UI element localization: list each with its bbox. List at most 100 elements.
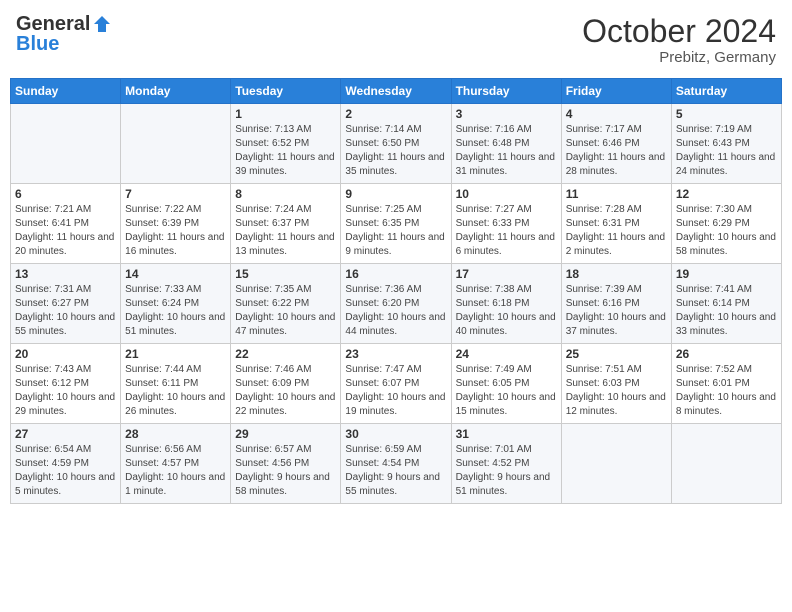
day-detail: Sunrise: 7:14 AM Sunset: 6:50 PM Dayligh… (345, 123, 446, 179)
day-number: 4 (566, 107, 667, 121)
day-detail: Sunrise: 7:52 AM Sunset: 6:01 PM Dayligh… (676, 363, 777, 419)
weekday-header-tuesday: Tuesday (231, 79, 341, 104)
calendar-cell (11, 104, 121, 184)
day-number: 20 (15, 347, 116, 361)
weekday-header-sunday: Sunday (11, 79, 121, 104)
day-detail: Sunrise: 7:46 AM Sunset: 6:09 PM Dayligh… (235, 363, 336, 419)
day-number: 13 (15, 267, 116, 281)
calendar-cell: 14 Sunrise: 7:33 AM Sunset: 6:24 PM Dayli… (121, 264, 231, 344)
title-block: October 2024 Prebitz, Germany (582, 14, 776, 66)
day-number: 3 (456, 107, 557, 121)
day-detail: Sunrise: 7:25 AM Sunset: 6:35 PM Dayligh… (345, 203, 446, 259)
calendar-cell: 20Sunrise: 7:43 AM Sunset: 6:12 PM Dayli… (11, 344, 121, 424)
calendar-cell: 16 Sunrise: 7:36 AM Sunset: 6:20 PM Dayli… (341, 264, 451, 344)
day-detail: Sunrise: 7:01 AM Sunset: 4:52 PM Dayligh… (456, 443, 557, 499)
day-detail: Sunrise: 6:54 AM Sunset: 4:59 PM Dayligh… (15, 443, 116, 499)
day-number: 19 (676, 267, 777, 281)
calendar-cell: 11 Sunrise: 7:28 AM Sunset: 6:31 PM Dayli… (561, 184, 671, 264)
calendar-cell: 15Sunrise: 7:35 AM Sunset: 6:22 PM Dayli… (231, 264, 341, 344)
day-detail: Sunrise: 7:22 AM Sunset: 6:39 PM Dayligh… (125, 203, 226, 259)
weekday-header-monday: Monday (121, 79, 231, 104)
day-number: 21 (125, 347, 226, 361)
calendar-cell: 28 Sunrise: 6:56 AM Sunset: 4:57 PM Dayli… (121, 424, 231, 504)
weekday-header-thursday: Thursday (451, 79, 561, 104)
day-detail: Sunrise: 7:24 AM Sunset: 6:37 PM Dayligh… (235, 203, 336, 259)
day-detail: Sunrise: 7:21 AM Sunset: 6:41 PM Dayligh… (15, 203, 116, 259)
day-detail: Sunrise: 7:44 AM Sunset: 6:11 PM Dayligh… (125, 363, 226, 419)
day-detail: Sunrise: 7:30 AM Sunset: 6:29 PM Dayligh… (676, 203, 777, 259)
day-number: 9 (345, 187, 446, 201)
day-detail: Sunrise: 6:59 AM Sunset: 4:54 PM Dayligh… (345, 443, 446, 499)
calendar-cell: 24Sunrise: 7:49 AM Sunset: 6:05 PM Dayli… (451, 344, 561, 424)
calendar-cell: 25 Sunrise: 7:51 AM Sunset: 6:03 PM Dayli… (561, 344, 671, 424)
calendar-cell: 31 Sunrise: 7:01 AM Sunset: 4:52 PM Dayli… (451, 424, 561, 504)
day-number: 25 (566, 347, 667, 361)
calendar-cell: 21 Sunrise: 7:44 AM Sunset: 6:11 PM Dayli… (121, 344, 231, 424)
day-number: 30 (345, 427, 446, 441)
day-number: 23 (345, 347, 446, 361)
day-detail: Sunrise: 6:56 AM Sunset: 4:57 PM Dayligh… (125, 443, 226, 499)
day-number: 16 (345, 267, 446, 281)
day-detail: Sunrise: 7:31 AM Sunset: 6:27 PM Dayligh… (15, 283, 116, 339)
calendar-cell: 23Sunrise: 7:47 AM Sunset: 6:07 PM Dayli… (341, 344, 451, 424)
calendar-cell: 13 Sunrise: 7:31 AM Sunset: 6:27 PM Dayli… (11, 264, 121, 344)
weekday-header-saturday: Saturday (671, 79, 781, 104)
day-number: 17 (456, 267, 557, 281)
day-detail: Sunrise: 7:27 AM Sunset: 6:33 PM Dayligh… (456, 203, 557, 259)
calendar-cell (671, 424, 781, 504)
calendar-cell: 17 Sunrise: 7:38 AM Sunset: 6:18 PM Dayli… (451, 264, 561, 344)
day-detail: Sunrise: 7:38 AM Sunset: 6:18 PM Dayligh… (456, 283, 557, 339)
calendar-cell: 1 Sunrise: 7:13 AM Sunset: 6:52 PM Daylig… (231, 104, 341, 184)
day-detail: Sunrise: 7:28 AM Sunset: 6:31 PM Dayligh… (566, 203, 667, 259)
day-detail: Sunrise: 7:51 AM Sunset: 6:03 PM Dayligh… (566, 363, 667, 419)
logo-blue-text: Blue (16, 34, 59, 54)
day-number: 18 (566, 267, 667, 281)
calendar-cell: 3 Sunrise: 7:16 AM Sunset: 6:48 PM Daylig… (451, 104, 561, 184)
day-number: 22 (235, 347, 336, 361)
day-detail: Sunrise: 7:19 AM Sunset: 6:43 PM Dayligh… (676, 123, 777, 179)
day-number: 1 (235, 107, 336, 121)
calendar-cell: 10 Sunrise: 7:27 AM Sunset: 6:33 PM Dayli… (451, 184, 561, 264)
week-row-3: 13 Sunrise: 7:31 AM Sunset: 6:27 PM Dayli… (11, 264, 782, 344)
page-header: General Blue October 2024 Prebitz, Germa… (10, 10, 782, 70)
calendar-cell: 22 Sunrise: 7:46 AM Sunset: 6:09 PM Dayli… (231, 344, 341, 424)
day-number: 15 (235, 267, 336, 281)
calendar-cell (561, 424, 671, 504)
week-row-2: 6Sunrise: 7:21 AM Sunset: 6:41 PM Daylig… (11, 184, 782, 264)
calendar-cell: 9 Sunrise: 7:25 AM Sunset: 6:35 PM Daylig… (341, 184, 451, 264)
day-number: 26 (676, 347, 777, 361)
calendar-cell: 29Sunrise: 6:57 AM Sunset: 4:56 PM Dayli… (231, 424, 341, 504)
day-detail: Sunrise: 7:39 AM Sunset: 6:16 PM Dayligh… (566, 283, 667, 339)
day-number: 14 (125, 267, 226, 281)
day-number: 11 (566, 187, 667, 201)
day-number: 27 (15, 427, 116, 441)
calendar-cell: 12 Sunrise: 7:30 AM Sunset: 6:29 PM Dayli… (671, 184, 781, 264)
calendar-cell: 5Sunrise: 7:19 AM Sunset: 6:43 PM Daylig… (671, 104, 781, 184)
week-row-4: 20Sunrise: 7:43 AM Sunset: 6:12 PM Dayli… (11, 344, 782, 424)
day-number: 29 (235, 427, 336, 441)
weekday-header-friday: Friday (561, 79, 671, 104)
day-detail: Sunrise: 7:17 AM Sunset: 6:46 PM Dayligh… (566, 123, 667, 179)
calendar-cell: 19 Sunrise: 7:41 AM Sunset: 6:14 PM Dayli… (671, 264, 781, 344)
day-detail: Sunrise: 7:41 AM Sunset: 6:14 PM Dayligh… (676, 283, 777, 339)
day-number: 2 (345, 107, 446, 121)
day-detail: Sunrise: 7:33 AM Sunset: 6:24 PM Dayligh… (125, 283, 226, 339)
day-detail: Sunrise: 7:13 AM Sunset: 6:52 PM Dayligh… (235, 123, 336, 179)
calendar-cell: 27 Sunrise: 6:54 AM Sunset: 4:59 PM Dayli… (11, 424, 121, 504)
day-number: 12 (676, 187, 777, 201)
day-detail: Sunrise: 7:16 AM Sunset: 6:48 PM Dayligh… (456, 123, 557, 179)
day-number: 31 (456, 427, 557, 441)
calendar-cell: 4 Sunrise: 7:17 AM Sunset: 6:46 PM Daylig… (561, 104, 671, 184)
calendar-cell: 18 Sunrise: 7:39 AM Sunset: 6:16 PM Dayli… (561, 264, 671, 344)
calendar-cell: 30 Sunrise: 6:59 AM Sunset: 4:54 PM Dayli… (341, 424, 451, 504)
calendar-cell (121, 104, 231, 184)
day-detail: Sunrise: 7:36 AM Sunset: 6:20 PM Dayligh… (345, 283, 446, 339)
logo-general-text: General (16, 14, 90, 34)
month-title: October 2024 (582, 14, 776, 49)
calendar-cell: 6Sunrise: 7:21 AM Sunset: 6:41 PM Daylig… (11, 184, 121, 264)
calendar-cell: 7Sunrise: 7:22 AM Sunset: 6:39 PM Daylig… (121, 184, 231, 264)
week-row-5: 27 Sunrise: 6:54 AM Sunset: 4:59 PM Dayli… (11, 424, 782, 504)
logo: General Blue (16, 14, 112, 54)
day-number: 10 (456, 187, 557, 201)
day-number: 28 (125, 427, 226, 441)
